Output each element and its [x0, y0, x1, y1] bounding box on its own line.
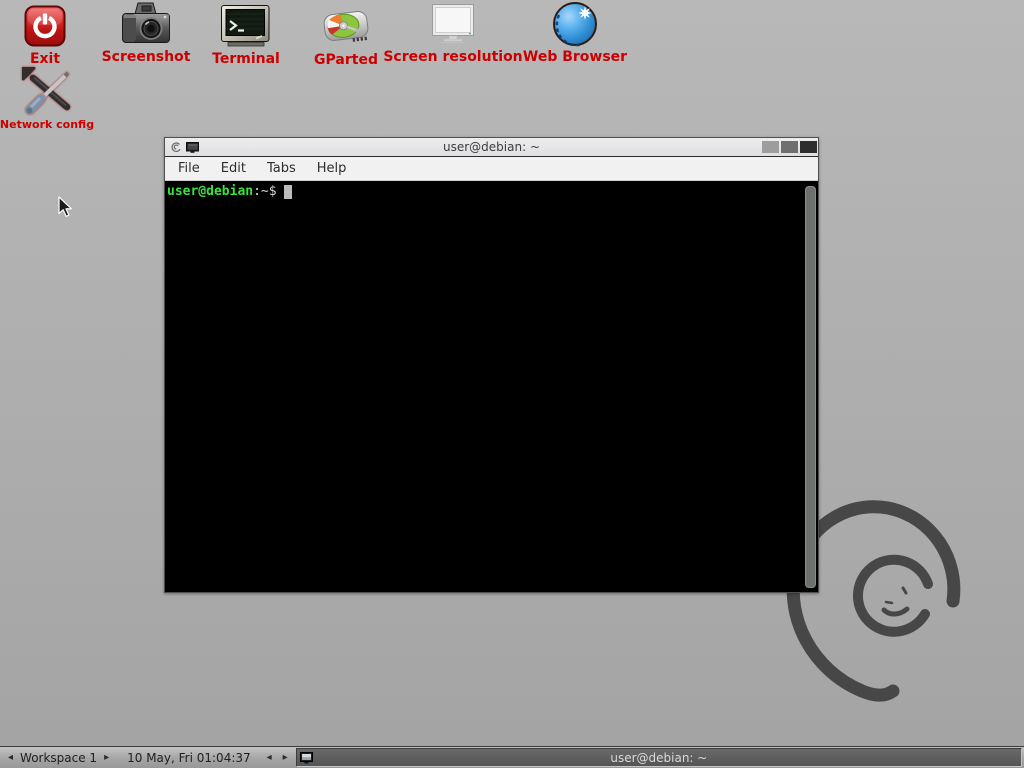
window-title: user@debian: ~: [165, 138, 818, 156]
pager-left-arrow-icon[interactable]: ◂: [8, 753, 13, 763]
desktop-icon-web-browser[interactable]: Web Browser: [520, 0, 630, 64]
desktop-icon-label: Exit: [30, 52, 60, 66]
terminal-window: user@debian: ~ File Edit Tabs Help user@…: [164, 137, 819, 593]
task-monitor-icon: [300, 752, 313, 764]
desktop-icon-label: Screenshot: [102, 50, 191, 64]
desktop-icon-label: Web Browser: [523, 50, 627, 64]
terminal-scrollbar[interactable]: [805, 186, 816, 588]
task-button-title: user@debian: ~: [297, 751, 1021, 765]
tasklist-left-arrow-icon[interactable]: ◂: [267, 753, 272, 763]
globe-icon: [552, 0, 598, 48]
desktop-icon-exit[interactable]: Exit: [10, 2, 80, 66]
menu-help[interactable]: Help: [308, 159, 356, 178]
clock-text: 10 May, Fri 01:04:37: [127, 751, 251, 765]
prompt-symbol: $: [269, 184, 277, 199]
workspace-label[interactable]: Workspace 1: [20, 751, 97, 765]
pager-right-arrow-icon[interactable]: ▸: [104, 753, 109, 763]
power-icon: [24, 2, 66, 50]
desktop-icon-label: Terminal: [212, 52, 280, 66]
menu-file[interactable]: File: [169, 159, 209, 178]
maximize-button[interactable]: [781, 141, 798, 153]
desktop-icon-label: GParted: [314, 53, 378, 67]
desktop-icon-label: Network config: [0, 118, 94, 132]
desktop-icon-screen-resolution[interactable]: Screen resolution: [387, 0, 519, 64]
tools-icon: [22, 66, 72, 116]
debian-mini-icon: [170, 141, 182, 153]
prompt-path: ~: [261, 184, 269, 199]
desktop-icon-terminal[interactable]: Terminal: [200, 2, 292, 66]
monitor-icon: [430, 0, 476, 48]
workspace-pager: ◂ Workspace 1 ▸: [0, 747, 117, 768]
clock: 10 May, Fri 01:04:37: [117, 747, 261, 768]
crt-terminal-icon: [221, 2, 271, 50]
menu-tabs[interactable]: Tabs: [258, 159, 305, 178]
shell-prompt: user@debian:~$: [167, 184, 816, 199]
mouse-cursor: [58, 196, 74, 219]
menu-edit[interactable]: Edit: [212, 159, 255, 178]
terminal-app-mini-icon: [186, 142, 199, 153]
desktop-icon-screenshot[interactable]: Screenshot: [96, 0, 196, 64]
close-button[interactable]: [800, 141, 817, 153]
minimize-button[interactable]: [762, 141, 779, 153]
desktop: Exit Screenshot: [0, 0, 1024, 768]
desktop-icon-network-config[interactable]: Network config: [0, 66, 94, 132]
desktop-icon-label: Screen resolution: [383, 50, 522, 64]
terminal-screen[interactable]: user@debian:~$: [165, 181, 818, 592]
terminal-cursor: [284, 185, 292, 199]
hard-disk-icon: [323, 3, 369, 51]
window-titlebar[interactable]: user@debian: ~: [165, 138, 818, 157]
tasklist-right-arrow-icon[interactable]: ▸: [283, 753, 288, 763]
tasklist-nav: ◂ ▸: [261, 747, 294, 768]
prompt-user-host: user@debian: [167, 184, 253, 199]
taskbar: ◂ Workspace 1 ▸ 10 May, Fri 01:04:37 ◂ ▸…: [0, 746, 1024, 768]
window-menubar: File Edit Tabs Help: [165, 157, 818, 181]
task-button-terminal[interactable]: user@debian: ~: [296, 748, 1022, 767]
prompt-colon: :: [253, 184, 261, 199]
desktop-icon-gparted[interactable]: GParted: [302, 3, 390, 67]
camera-icon: [122, 0, 170, 48]
